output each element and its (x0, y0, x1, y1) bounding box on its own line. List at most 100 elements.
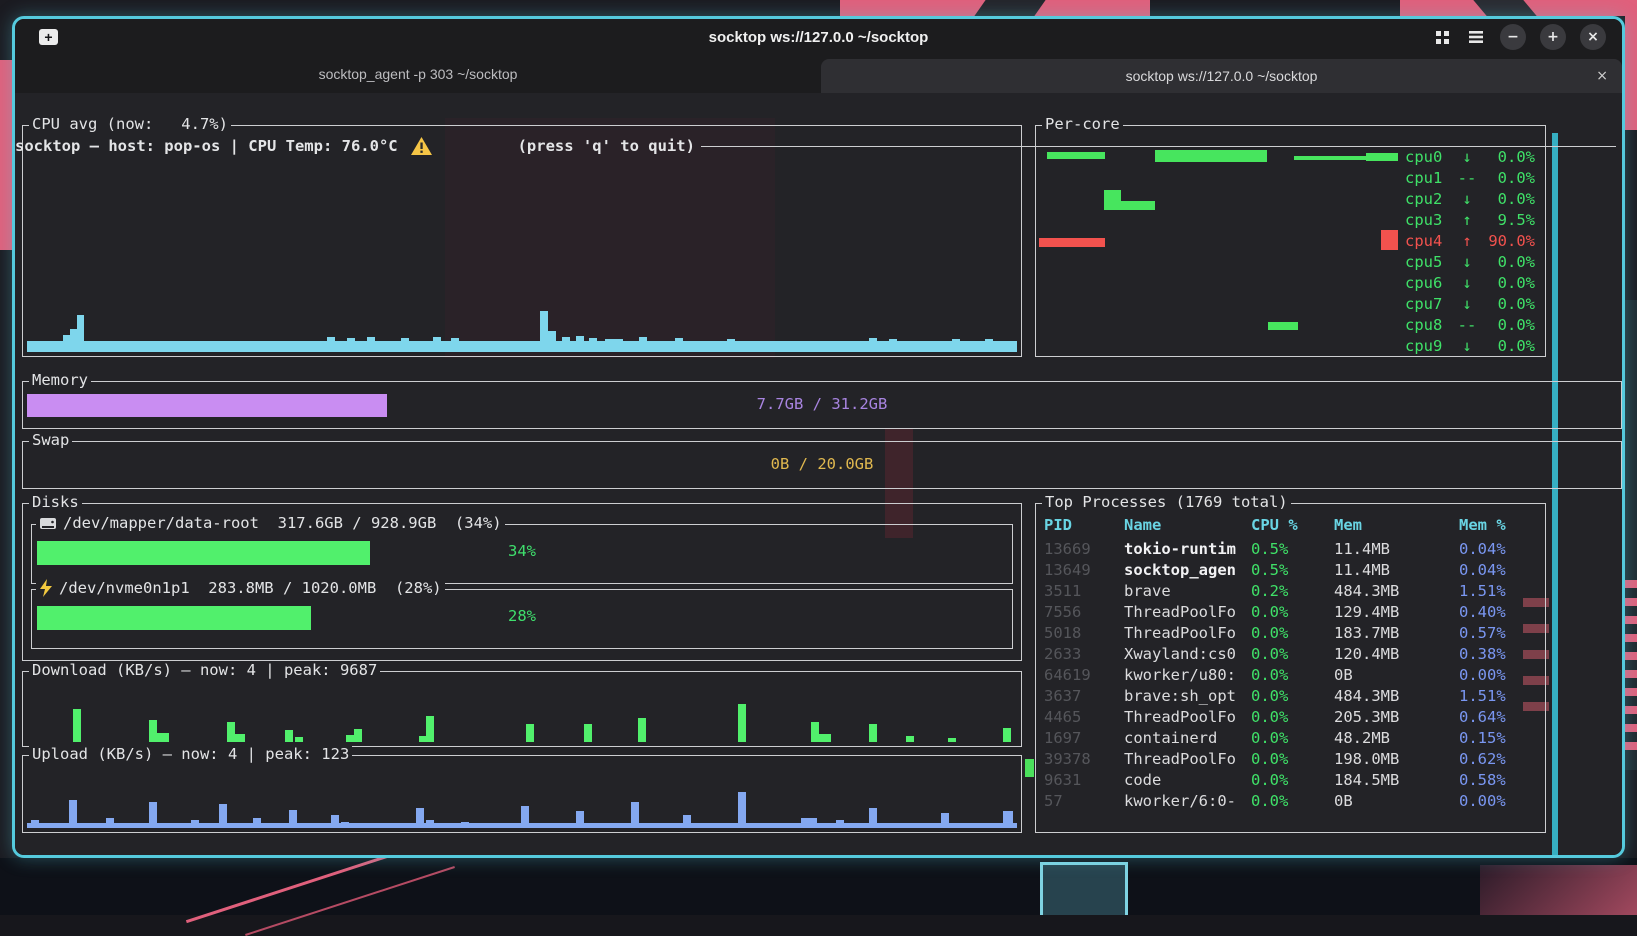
download-bar (819, 734, 831, 742)
terminal-window: + socktop ws://127.0.0 ~/socktop − + × s… (12, 16, 1625, 858)
close-button[interactable]: × (1580, 24, 1606, 50)
cpu-avg-bar (367, 337, 375, 352)
core-row: cpu3↑9.5% (1405, 209, 1535, 230)
core-value: 0.0% (1479, 337, 1535, 355)
process-pid: 1697 (1044, 729, 1116, 747)
process-mem: 484.3MB (1334, 582, 1454, 600)
wallpaper-art (1025, 759, 1034, 777)
upload-bar (869, 808, 877, 828)
core-trend-icon: ↓ (1455, 337, 1479, 355)
upload-bar (69, 800, 77, 828)
download-title: Download (KB/s) — now: 4 | peak: 9687 (29, 661, 380, 679)
tab-socktop-client[interactable]: socktop ws://127.0.0 ~/socktop × (821, 59, 1622, 93)
upload-bar (219, 804, 227, 828)
memory-panel: Memory 7.7GB / 31.2GB (22, 381, 1622, 429)
process-name: socktop_agen (1124, 561, 1246, 579)
cpu-avg-bar (889, 339, 897, 352)
process-pid: 39378 (1044, 750, 1116, 768)
cpu-avg-bar (869, 338, 877, 352)
bolt-icon (39, 579, 53, 597)
core-name: cpu8 (1405, 316, 1455, 334)
process-pid: 13649 (1044, 561, 1116, 579)
process-memp: 0.04% (1459, 561, 1539, 579)
core-history-segment (1104, 190, 1121, 210)
upload-bar (106, 818, 114, 828)
process-mem: 198.0MB (1334, 750, 1454, 768)
process-cpu: 0.0% (1251, 771, 1329, 789)
layout-grid-icon[interactable] (1433, 28, 1452, 47)
process-memp: 0.62% (1459, 750, 1539, 768)
download-bar (1003, 728, 1011, 742)
process-name: brave (1124, 582, 1246, 600)
core-value: 0.0% (1479, 190, 1535, 208)
upload-bar (836, 820, 844, 828)
download-bar (419, 736, 426, 742)
core-trend-icon: ↓ (1455, 190, 1479, 208)
process-row: 7556ThreadPoolFo0.0%129.4MB0.40% (1036, 603, 1545, 624)
upload-bar (461, 822, 469, 828)
core-name: cpu4 (1405, 232, 1455, 250)
download-bar (948, 738, 956, 742)
process-mem: 11.4MB (1334, 561, 1454, 579)
process-row: 13669tokio-runtim0.5%11.4MB0.04% (1036, 540, 1545, 561)
tab-close-icon[interactable]: × (1596, 68, 1608, 84)
download-bar (295, 737, 303, 742)
upload-bar (149, 802, 157, 828)
process-pid: 13669 (1044, 540, 1116, 558)
core-trend-icon: ↓ (1455, 295, 1479, 313)
process-mem: 183.7MB (1334, 624, 1454, 642)
cpu-avg-bar (327, 337, 335, 352)
upload-bar (31, 820, 39, 828)
process-mem: 0B (1334, 666, 1454, 684)
process-row: 13649socktop_agen0.5%11.4MB0.04% (1036, 561, 1545, 582)
download-bar (73, 709, 81, 742)
process-mem: 205.3MB (1334, 708, 1454, 726)
process-memp: 1.51% (1459, 687, 1539, 705)
memory-label: 7.7GB / 31.2GB (23, 395, 1621, 413)
core-row: cpu9↓0.0% (1405, 335, 1535, 356)
app-header: socktop — host: pop-os | CPU Temp: 76.0°… (15, 101, 1616, 191)
swap-label: 0B / 20.0GB (23, 455, 1621, 473)
process-row: 4465ThreadPoolFo0.0%205.3MB0.64% (1036, 708, 1545, 729)
core-value: 0.0% (1479, 253, 1535, 271)
process-name: containerd (1124, 729, 1246, 747)
disk-percent-label: 28% (32, 607, 1012, 625)
process-cpu: 0.2% (1251, 582, 1329, 600)
process-memp: 0.40% (1459, 603, 1539, 621)
upload-bar (341, 822, 349, 828)
process-pid: 4465 (1044, 708, 1116, 726)
minimize-button[interactable]: − (1500, 24, 1526, 50)
upload-title: Upload (KB/s) — now: 4 | peak: 123 (29, 745, 352, 763)
core-value: 0.0% (1479, 316, 1535, 334)
process-mem: 0B (1334, 792, 1454, 810)
process-row: 2633Xwayland:cs00.0%120.4MB0.38% (1036, 645, 1545, 666)
download-bar (869, 724, 877, 742)
download-bar (346, 735, 354, 742)
process-mem: 184.5MB (1334, 771, 1454, 789)
tab-socktop-agent[interactable]: socktop_agent -p 303 ~/socktop (15, 55, 821, 93)
maximize-button[interactable]: + (1540, 24, 1566, 50)
core-trend-icon: ↑ (1455, 232, 1479, 250)
process-row: 5018ThreadPoolFo0.0%183.7MB0.57% (1036, 624, 1545, 645)
cpu-avg-bar (562, 337, 570, 352)
process-mem: 484.3MB (1334, 687, 1454, 705)
upload-bar (289, 810, 297, 828)
core-trend-icon: ↑ (1455, 211, 1479, 229)
process-pid: 57 (1044, 792, 1116, 810)
warning-icon (411, 101, 504, 191)
core-row: cpu7↓0.0% (1405, 293, 1535, 314)
column-header: PID (1044, 516, 1116, 534)
core-row: cpu2↓0.0% (1405, 188, 1535, 209)
upload-bar (521, 806, 529, 828)
process-pid: 2633 (1044, 645, 1116, 663)
wallpaper-shape (974, 0, 1045, 16)
disk-icon (39, 516, 57, 531)
cpu-avg-bar (347, 338, 355, 352)
process-pid: 3637 (1044, 687, 1116, 705)
process-mem: 120.4MB (1334, 645, 1454, 663)
tab-label: socktop_agent -p 303 ~/socktop (319, 66, 518, 82)
cpu-avg-bar (589, 338, 597, 352)
cpu-avg-bar (576, 336, 584, 352)
menu-icon[interactable] (1466, 28, 1486, 46)
download-bar (584, 724, 592, 742)
